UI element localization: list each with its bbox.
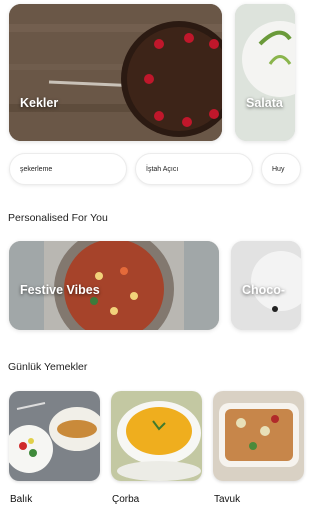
personalised-card-festive[interactable]: Festive Vibes (9, 241, 219, 330)
daily-item-label: Balık (10, 494, 33, 505)
salad-image (235, 4, 295, 141)
chip-label: şekerleme (20, 165, 53, 173)
category-card-salata[interactable]: Salata (235, 4, 295, 141)
personalised-card-label: Festive Vibes (20, 283, 100, 297)
section-title-daily: Günlük Yemekler (8, 361, 88, 373)
personalised-card-label: Choco- (242, 283, 286, 297)
chip-sekerleme[interactable]: şekerleme (9, 153, 127, 185)
category-card-kekler[interactable]: Kekler (9, 4, 222, 141)
section-title-personalised: Personalised For You (8, 212, 108, 224)
chip-label: Huy (272, 165, 285, 173)
soup-image (111, 391, 202, 481)
daily-item-balik[interactable] (9, 391, 100, 481)
daily-item-tavuk[interactable] (213, 391, 304, 481)
cake-image (9, 4, 222, 141)
chip-label: İştah Açıcı (146, 165, 179, 173)
category-card-label: Kekler (20, 96, 59, 110)
daily-item-label: Tavuk (214, 494, 241, 505)
fish-image (9, 391, 100, 481)
chicken-image (213, 391, 304, 481)
chip-istah-acici[interactable]: İştah Açıcı (135, 153, 253, 185)
daily-item-label: Çorba (112, 494, 140, 505)
daily-item-corba[interactable] (111, 391, 202, 481)
personalised-card-choco[interactable]: Choco- (231, 241, 301, 330)
category-card-label: Salata (246, 96, 283, 110)
chip-huy[interactable]: Huy (261, 153, 301, 185)
